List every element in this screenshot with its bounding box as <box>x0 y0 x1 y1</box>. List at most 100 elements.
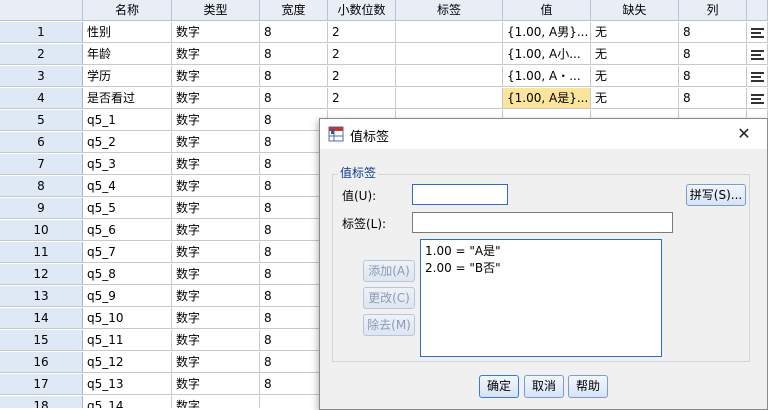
label-input[interactable] <box>412 212 673 233</box>
cell-width[interactable]: 8 <box>260 352 328 373</box>
close-icon[interactable]: ✕ <box>721 119 767 149</box>
cell-type[interactable]: 数字 <box>172 352 260 373</box>
cell-values[interactable]: {1.00, A小... <box>503 44 591 65</box>
cell-decimals[interactable]: 2 <box>328 44 396 65</box>
cell-width[interactable]: 8 <box>260 330 328 351</box>
cell-name[interactable]: q5_7 <box>83 242 172 263</box>
cell-missing[interactable]: 无 <box>591 66 679 87</box>
cell-width[interactable]: 8 <box>260 132 328 153</box>
cell-width[interactable] <box>260 396 328 408</box>
cell-width[interactable]: 8 <box>260 154 328 175</box>
cell-type[interactable]: 数字 <box>172 198 260 219</box>
cell-decimals[interactable]: 2 <box>328 22 396 43</box>
cell-columns[interactable]: 8 <box>679 88 747 109</box>
cell-label[interactable] <box>396 44 503 65</box>
cell-type[interactable]: 数字 <box>172 396 260 408</box>
cell-name[interactable]: 是否看过 <box>83 88 172 109</box>
cell-label[interactable] <box>396 66 503 87</box>
dialog-titlebar[interactable]: 值标签 ✕ <box>320 119 767 149</box>
cell-name[interactable]: 性别 <box>83 22 172 43</box>
cell-width[interactable]: 8 <box>260 264 328 285</box>
cell-name[interactable]: q5_13 <box>83 374 172 395</box>
cell-type[interactable]: 数字 <box>172 66 260 87</box>
cell-label[interactable] <box>396 88 503 109</box>
cell-width[interactable]: 8 <box>260 88 328 109</box>
cell-width[interactable]: 8 <box>260 286 328 307</box>
cell-name[interactable]: q5_11 <box>83 330 172 351</box>
cell-align[interactable] <box>747 66 768 87</box>
cell-missing[interactable]: 无 <box>591 44 679 65</box>
cell-width[interactable]: 8 <box>260 308 328 329</box>
ok-button[interactable]: 确定 <box>479 375 519 398</box>
cell-width[interactable]: 8 <box>260 220 328 241</box>
spelling-button[interactable]: 拼写(S)... <box>686 184 746 206</box>
column-header-decimals[interactable]: 小数位数 <box>328 0 396 21</box>
cell-name[interactable]: 年龄 <box>83 44 172 65</box>
value-labels-list[interactable]: 1.00 = "A是" 2.00 = "B否" <box>420 239 662 357</box>
cell-type[interactable]: 数字 <box>172 44 260 65</box>
cell-align[interactable] <box>747 44 768 65</box>
cell-decimals[interactable]: 2 <box>328 88 396 109</box>
cell-type[interactable]: 数字 <box>172 220 260 241</box>
cell-type[interactable]: 数字 <box>172 154 260 175</box>
cell-width[interactable]: 8 <box>260 22 328 43</box>
cell-missing[interactable]: 无 <box>591 88 679 109</box>
cell-name[interactable]: q5_1 <box>83 110 172 131</box>
column-header-missing[interactable]: 缺失 <box>591 0 679 21</box>
add-button[interactable]: 添加(A) <box>363 260 415 282</box>
value-input[interactable] <box>412 184 508 205</box>
list-item[interactable]: 1.00 = "A是" <box>425 243 657 260</box>
cell-type[interactable]: 数字 <box>172 286 260 307</box>
cell-width[interactable]: 8 <box>260 44 328 65</box>
cell-name[interactable]: q5_2 <box>83 132 172 153</box>
cell-name[interactable]: q5_10 <box>83 308 172 329</box>
cell-label[interactable] <box>396 22 503 43</box>
cell-name[interactable]: q5_9 <box>83 286 172 307</box>
column-header-name[interactable]: 名称 <box>83 0 172 21</box>
cell-width[interactable]: 8 <box>260 198 328 219</box>
cell-width[interactable]: 8 <box>260 110 328 131</box>
cell-name[interactable]: q5_5 <box>83 198 172 219</box>
cell-type[interactable]: 数字 <box>172 330 260 351</box>
cell-type[interactable]: 数字 <box>172 374 260 395</box>
cell-width[interactable]: 8 <box>260 242 328 263</box>
cell-align[interactable] <box>747 88 768 109</box>
cell-type[interactable]: 数字 <box>172 242 260 263</box>
cell-type[interactable]: 数字 <box>172 22 260 43</box>
change-button[interactable]: 更改(C) <box>363 287 415 309</box>
cell-values[interactable]: {1.00, A是}... <box>503 88 591 109</box>
cell-name[interactable]: q5_14 <box>83 396 172 408</box>
column-header-width[interactable]: 宽度 <box>260 0 328 21</box>
cell-type[interactable]: 数字 <box>172 176 260 197</box>
cell-values[interactable]: {1.00, A男}... <box>503 22 591 43</box>
cell-name[interactable]: q5_6 <box>83 220 172 241</box>
cell-name[interactable]: 学历 <box>83 66 172 87</box>
cell-type[interactable]: 数字 <box>172 264 260 285</box>
cell-name[interactable]: q5_8 <box>83 264 172 285</box>
cell-width[interactable]: 8 <box>260 66 328 87</box>
cell-columns[interactable]: 8 <box>679 22 747 43</box>
cell-type[interactable]: 数字 <box>172 132 260 153</box>
corner-header[interactable] <box>0 0 83 21</box>
cell-width[interactable]: 8 <box>260 176 328 197</box>
cell-columns[interactable]: 8 <box>679 44 747 65</box>
column-header-columns[interactable]: 列 <box>679 0 747 21</box>
help-button[interactable]: 帮助 <box>568 375 608 398</box>
column-header-align[interactable] <box>747 0 768 21</box>
column-header-values[interactable]: 值 <box>503 0 591 21</box>
cell-type[interactable]: 数字 <box>172 308 260 329</box>
cell-name[interactable]: q5_3 <box>83 154 172 175</box>
cell-type[interactable]: 数字 <box>172 110 260 131</box>
cell-name[interactable]: q5_4 <box>83 176 172 197</box>
column-header-type[interactable]: 类型 <box>172 0 260 21</box>
cancel-button[interactable]: 取消 <box>524 375 564 398</box>
cell-columns[interactable]: 8 <box>679 66 747 87</box>
cell-values[interactable]: {1.00, A・... <box>503 66 591 87</box>
cell-name[interactable]: q5_12 <box>83 352 172 373</box>
cell-width[interactable]: 8 <box>260 374 328 395</box>
cell-type[interactable]: 数字 <box>172 88 260 109</box>
cell-decimals[interactable]: 2 <box>328 66 396 87</box>
column-header-label[interactable]: 标签 <box>396 0 503 21</box>
list-item[interactable]: 2.00 = "B否" <box>425 260 657 277</box>
cell-align[interactable] <box>747 22 768 43</box>
